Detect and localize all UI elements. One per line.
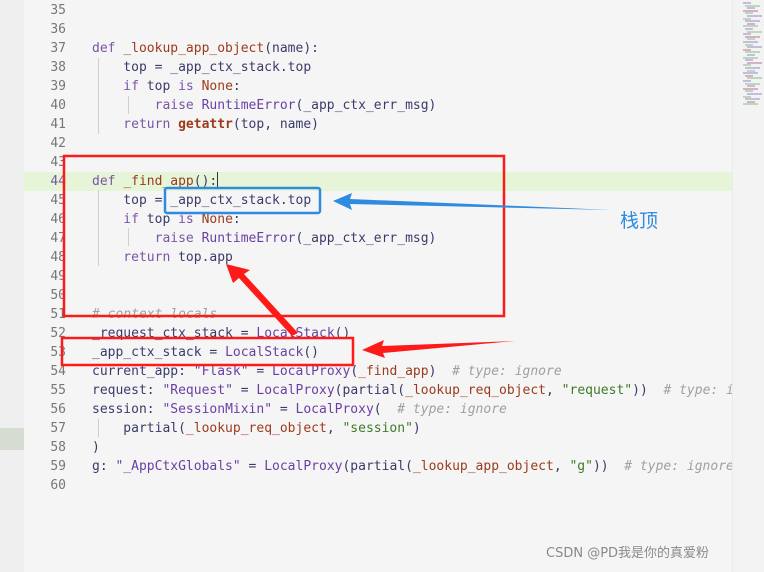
indent-guide bbox=[128, 96, 129, 114]
text-cursor bbox=[217, 172, 219, 188]
code-line[interactable]: 49 bbox=[24, 267, 732, 286]
line-number: 56 bbox=[50, 402, 66, 417]
code-text: raise RuntimeError(_app_ctx_err_msg) bbox=[92, 98, 437, 113]
code-line[interactable]: 51 # context locals bbox=[24, 305, 732, 324]
code-text: top = _app_ctx_stack.top bbox=[92, 60, 312, 75]
line-number: 38 bbox=[50, 60, 66, 75]
code-text: return top.app bbox=[92, 250, 233, 265]
line-number: 55 bbox=[50, 383, 66, 398]
code-text: if top is None: bbox=[92, 212, 241, 227]
code-line[interactable]: 36 bbox=[24, 20, 732, 39]
line-number: 49 bbox=[50, 269, 66, 284]
line-number: 37 bbox=[50, 41, 66, 56]
code-line[interactable]: 44 def _find_app(): bbox=[24, 172, 732, 191]
line-number: 36 bbox=[50, 22, 66, 37]
code-line[interactable]: 35 bbox=[24, 1, 732, 20]
line-number: 42 bbox=[50, 136, 66, 151]
code-line[interactable]: 43 bbox=[24, 153, 732, 172]
code-line[interactable]: 42 bbox=[24, 134, 732, 153]
line-number: 60 bbox=[50, 478, 66, 493]
line-number: 53 bbox=[50, 345, 66, 360]
code-text: request: "Request" = LocalProxy(partial(… bbox=[92, 383, 764, 398]
line-number: 40 bbox=[50, 98, 66, 113]
code-line[interactable]: 57 partial(_lookup_req_object, "session"… bbox=[24, 419, 732, 438]
code-text: raise RuntimeError(_app_ctx_err_msg) bbox=[92, 231, 437, 246]
line-number: 46 bbox=[50, 212, 66, 227]
indent-guide bbox=[128, 228, 129, 246]
line-number: 58 bbox=[50, 440, 66, 455]
code-text: _app_ctx_stack = LocalStack() bbox=[92, 345, 319, 360]
line-number: 57 bbox=[50, 421, 66, 436]
code-line[interactable]: 53 _app_ctx_stack = LocalStack() bbox=[24, 343, 732, 362]
watermark: CSDN @PD我是你的真爱粉 bbox=[546, 546, 710, 561]
code-line[interactable]: 38 top = _app_ctx_stack.top bbox=[24, 58, 732, 77]
line-number: 41 bbox=[50, 117, 66, 132]
line-number: 35 bbox=[50, 3, 66, 18]
code-text: return getattr(top, name) bbox=[92, 117, 319, 132]
code-line[interactable]: 54 current_app: "Flask" = LocalProxy(_fin… bbox=[24, 362, 732, 381]
left-gutter-marker bbox=[0, 428, 24, 450]
code-line[interactable]: 48 return top.app bbox=[24, 248, 732, 267]
code-text: def _find_app(): bbox=[92, 172, 219, 189]
code-text: if top is None: bbox=[92, 79, 241, 94]
code-text: ) bbox=[92, 440, 100, 455]
code-text: current_app: "Flask" = LocalProxy(_find_… bbox=[92, 364, 562, 379]
line-number: 39 bbox=[50, 79, 66, 94]
line-number: 59 bbox=[50, 459, 66, 474]
stack-top-label: 栈顶 bbox=[620, 210, 659, 232]
code-line[interactable]: 39 if top is None: bbox=[24, 77, 732, 96]
code-line[interactable]: 37 def _lookup_app_object(name): bbox=[24, 39, 732, 58]
minimap[interactable] bbox=[732, 0, 764, 572]
code-line[interactable]: 58) bbox=[24, 438, 732, 457]
indent-guide bbox=[98, 419, 99, 437]
line-number: 51 bbox=[50, 307, 66, 322]
indent-guide bbox=[98, 58, 99, 134]
code-line[interactable]: 52 _request_ctx_stack = LocalStack() bbox=[24, 324, 732, 343]
code-line[interactable]: 55 request: "Request" = LocalProxy(partia… bbox=[24, 381, 764, 400]
code-text: partial(_lookup_req_object, "session") bbox=[92, 421, 421, 436]
code-text: def _lookup_app_object(name): bbox=[92, 41, 319, 56]
line-number: 47 bbox=[50, 231, 66, 246]
code-text: g: "_AppCtxGlobals" = LocalProxy(partial… bbox=[92, 459, 734, 474]
line-number: 48 bbox=[50, 250, 66, 265]
code-line[interactable]: 50 bbox=[24, 286, 732, 305]
code-text: session: "SessionMixin" = LocalProxy( # … bbox=[92, 402, 507, 417]
code-line[interactable]: 40 raise RuntimeError(_app_ctx_err_msg) bbox=[24, 96, 732, 115]
code-editor[interactable]: 35 36 37 def _lookup_app_object(name): 38 to… bbox=[24, 0, 764, 572]
code-text: _request_ctx_stack = LocalStack() bbox=[92, 326, 351, 341]
code-line[interactable]: 59 g: "_AppCtxGlobals" = LocalProxy(parti… bbox=[24, 457, 734, 476]
code-text: top = _app_ctx_stack.top bbox=[92, 193, 312, 208]
indent-guide bbox=[98, 190, 99, 266]
minimap-line bbox=[743, 103, 758, 106]
line-number: 43 bbox=[50, 155, 66, 170]
line-number: 50 bbox=[50, 288, 66, 303]
code-line[interactable]: 41 return getattr(top, name) bbox=[24, 115, 732, 134]
code-text: # context locals bbox=[92, 307, 218, 322]
line-number: 54 bbox=[50, 364, 66, 379]
line-number: 52 bbox=[50, 326, 66, 341]
line-number: 44 bbox=[50, 174, 66, 189]
left-gutter-strip bbox=[0, 0, 24, 572]
code-line[interactable]: 56 session: "SessionMixin" = LocalProxy( … bbox=[24, 400, 732, 419]
code-line[interactable]: 60 bbox=[24, 476, 732, 495]
line-number: 45 bbox=[50, 193, 66, 208]
